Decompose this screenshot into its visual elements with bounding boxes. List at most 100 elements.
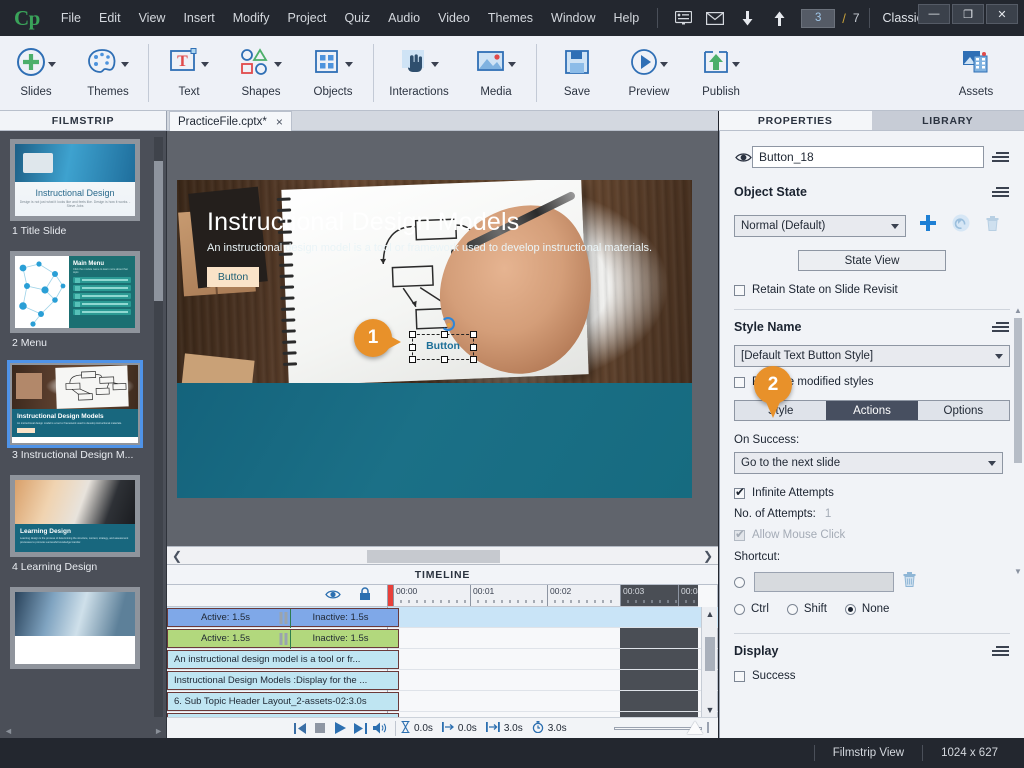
toolbar-themes-button[interactable]: Themes: [72, 36, 144, 110]
menu-window[interactable]: Window: [542, 6, 604, 30]
scroll-up-icon[interactable]: ▲: [1014, 306, 1022, 315]
table-row[interactable]: Instructional_Design_Mo.. Instructional …: [167, 669, 718, 691]
menu-edit[interactable]: Edit: [90, 6, 130, 30]
menu-video[interactable]: Video: [429, 6, 479, 30]
scroll-left-icon[interactable]: ◄: [4, 726, 13, 736]
list-item[interactable]: Instructional Design Models An instructi…: [7, 360, 152, 461]
object-state-options-icon[interactable]: [992, 184, 1010, 200]
timeline-ruler[interactable]: 00:00 00:01 00:02 00:03 00:04: [388, 585, 698, 607]
filmstrip-scrollbar[interactable]: [154, 137, 163, 717]
chevron-down-icon[interactable]: [732, 61, 740, 67]
audio-icon[interactable]: [370, 718, 390, 739]
menu-project[interactable]: Project: [279, 6, 336, 30]
stage-button-object[interactable]: Button: [207, 267, 259, 287]
eye-icon[interactable]: [325, 587, 341, 605]
slide-thumbnail-2[interactable]: Main Menu Click the module name to learn…: [10, 251, 140, 333]
retain-state-checkbox[interactable]: [734, 284, 745, 296]
list-item[interactable]: [10, 587, 152, 669]
on-success-dropdown[interactable]: Go to the next slide: [734, 452, 1003, 474]
scroll-right-icon[interactable]: ❯: [703, 549, 713, 563]
style-name-dropdown[interactable]: [Default Text Button Style]: [734, 345, 1010, 367]
scrollbar-thumb[interactable]: [367, 550, 500, 563]
panel-options-menu-icon[interactable]: [992, 149, 1010, 165]
scrollbar-thumb[interactable]: [705, 637, 715, 671]
radio-shift[interactable]: [786, 603, 798, 615]
table-row[interactable]: Button_18 Active: 1.5s Inactive: 1.5s: [167, 607, 718, 628]
toolbar-interactions-button[interactable]: Interactions: [378, 36, 460, 110]
list-item[interactable]: Main Menu Click the module name to learn…: [10, 251, 152, 349]
tab-library[interactable]: LIBRARY: [871, 111, 1024, 131]
stage-subtitle-text[interactable]: An instructional design model is a tool …: [207, 242, 652, 254]
scroll-down-icon[interactable]: ▼: [1014, 567, 1022, 576]
toolbar-media-button[interactable]: Media: [460, 36, 532, 110]
timeline-bar[interactable]: Instructional Design Models :Display for…: [167, 670, 399, 690]
slide-thumbnail-5[interactable]: [10, 587, 140, 669]
state-view-button[interactable]: State View: [798, 250, 946, 271]
slide-thumbnail-1[interactable]: Instructional Design Design is not just …: [10, 139, 140, 221]
resize-handle-ne[interactable]: [470, 331, 477, 338]
success-checkbox[interactable]: [734, 670, 745, 682]
toolbar-assets-button[interactable]: Assets: [940, 36, 1012, 110]
list-item[interactable]: Instructional Design Design is not just …: [10, 139, 152, 237]
slide-thumbnail-4[interactable]: Learning Design Learning design is the p…: [10, 475, 140, 557]
selected-button-object[interactable]: Button: [409, 317, 477, 363]
scroll-up-icon[interactable]: ▲: [702, 607, 718, 621]
list-item[interactable]: Learning Design Learning design is the p…: [10, 475, 152, 573]
scrollbar-thumb[interactable]: [154, 161, 163, 301]
infinite-attempts-row[interactable]: Infinite Attempts: [734, 485, 1010, 499]
shortcut-input[interactable]: [754, 572, 894, 592]
resize-handle-w[interactable]: [409, 344, 416, 351]
replace-styles-checkbox[interactable]: [734, 376, 745, 388]
timeline-scrollbar[interactable]: ▲ ▼: [701, 607, 717, 717]
attempts-value[interactable]: 1: [825, 508, 831, 520]
table-row[interactable]: Button_16 Active: 1.5s Inactive: 1.5s: [167, 627, 718, 649]
success-row[interactable]: Success: [734, 670, 1010, 682]
table-row[interactable]: Image_13 6. Sub Topic Header Layout_2-as…: [167, 690, 718, 712]
resize-handle-e[interactable]: [470, 344, 477, 351]
menu-help[interactable]: Help: [605, 6, 649, 30]
timeline-playhead[interactable]: [388, 585, 393, 606]
current-slide-input[interactable]: 3: [801, 8, 836, 28]
tab-properties[interactable]: PROPERTIES: [719, 111, 872, 131]
stage-title-text[interactable]: Instructional Design Models: [207, 208, 520, 237]
scroll-left-icon[interactable]: ❮: [172, 549, 182, 563]
tab-actions[interactable]: Actions: [826, 401, 918, 420]
slide-stage[interactable]: Button Instructional Design Models An in…: [177, 180, 692, 498]
chevron-down-icon[interactable]: [660, 61, 668, 67]
play-icon[interactable]: [330, 718, 350, 739]
rotate-handle-icon[interactable]: [441, 317, 455, 331]
shortcut-radio[interactable]: [734, 576, 745, 588]
stop-icon[interactable]: [310, 718, 330, 739]
maximize-button[interactable]: ❐: [952, 4, 984, 24]
object-name-input[interactable]: Button_18: [752, 146, 984, 168]
slide-canvas[interactable]: Button Instructional Design Models An in…: [167, 131, 718, 546]
tab-options[interactable]: Options: [917, 401, 1009, 420]
add-state-icon[interactable]: [920, 215, 936, 236]
chevron-down-icon[interactable]: [121, 61, 129, 67]
toolbar-save-button[interactable]: Save: [541, 36, 613, 110]
chevron-down-icon[interactable]: [508, 61, 516, 67]
resize-handle-se[interactable]: [470, 356, 477, 363]
close-button[interactable]: ✕: [986, 4, 1018, 24]
play-to-end-icon[interactable]: [350, 718, 370, 739]
retain-state-row[interactable]: Retain State on Slide Revisit: [734, 284, 1010, 296]
close-icon[interactable]: ×: [276, 115, 283, 129]
menu-file[interactable]: File: [52, 6, 90, 30]
minimize-button[interactable]: —: [918, 4, 950, 24]
chevron-down-icon[interactable]: [48, 61, 56, 67]
toolbar-preview-button[interactable]: Preview: [613, 36, 685, 110]
slide-notes-icon[interactable]: [671, 7, 695, 29]
toolbar-shapes-button[interactable]: Shapes: [225, 36, 297, 110]
email-icon[interactable]: [703, 7, 727, 29]
rewind-icon[interactable]: [290, 718, 310, 739]
scroll-right-icon[interactable]: ►: [154, 726, 163, 736]
scrollbar-thumb[interactable]: [1014, 318, 1022, 463]
infinite-attempts-checkbox[interactable]: [734, 485, 745, 499]
radio-none[interactable]: [844, 603, 856, 615]
display-options-icon[interactable]: [992, 643, 1010, 659]
timeline-zoom-slider[interactable]: [614, 721, 709, 734]
slide-thumbnail-3[interactable]: Instructional Design Models An instructi…: [7, 360, 143, 448]
chevron-down-icon[interactable]: [345, 61, 353, 67]
trash-icon[interactable]: [903, 572, 916, 592]
menu-quiz[interactable]: Quiz: [335, 6, 379, 30]
